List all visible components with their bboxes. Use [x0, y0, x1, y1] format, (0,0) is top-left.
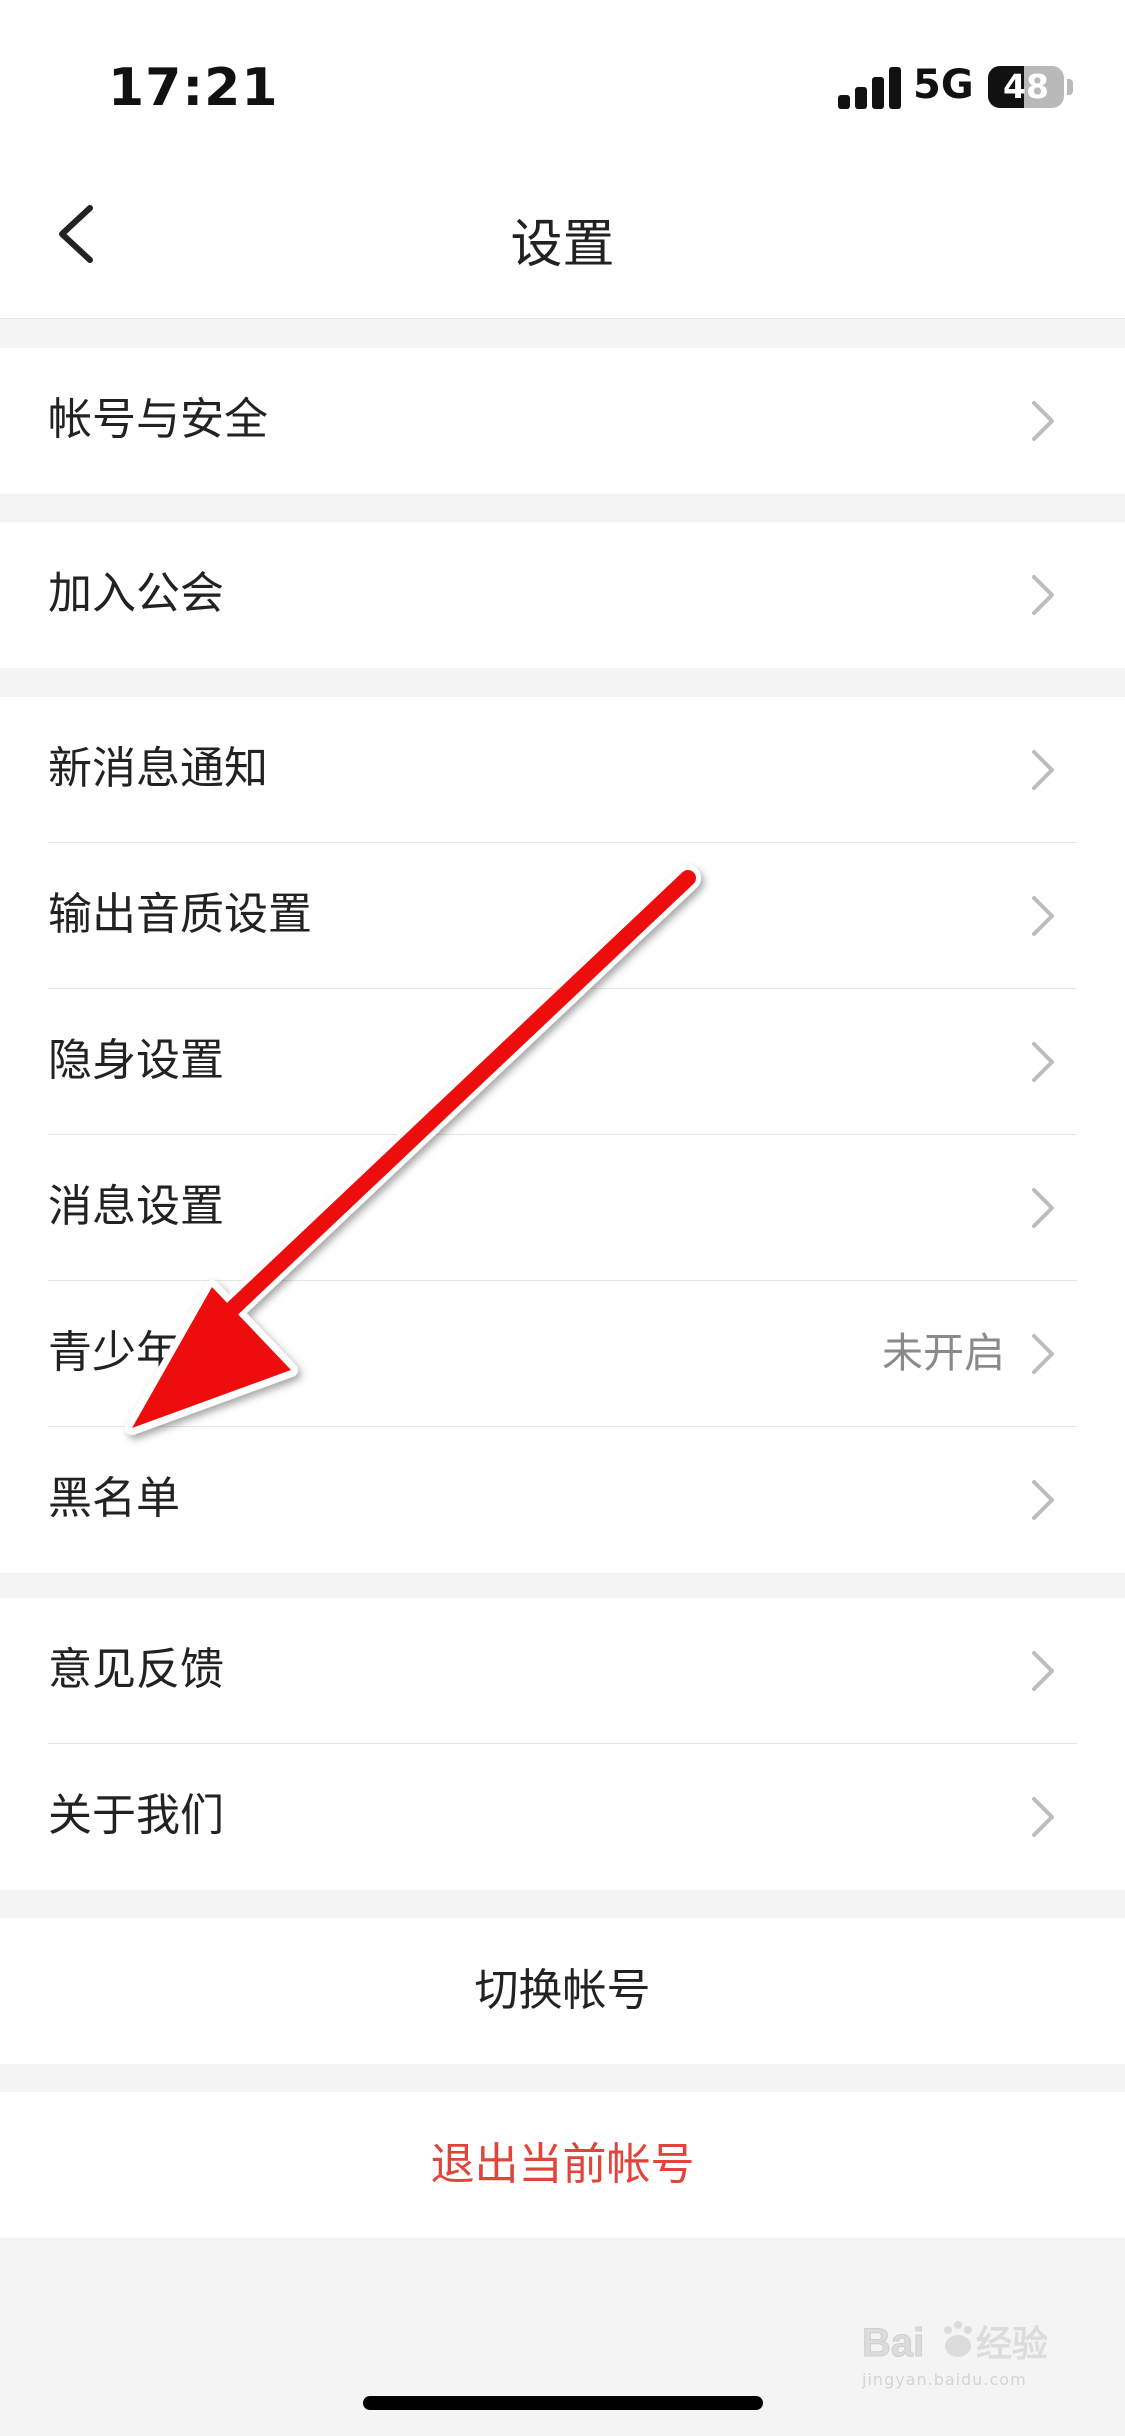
- settings-row-feedback[interactable]: 意见反馈: [0, 1598, 1125, 1744]
- battery-tip: [1067, 79, 1073, 95]
- chevron-right-icon: [1032, 1334, 1054, 1374]
- settings-row-teen-mode[interactable]: 青少年模式 未开启: [0, 1281, 1125, 1427]
- network-type: 5G: [913, 62, 974, 108]
- switch-account-button[interactable]: 切换帐号: [0, 1918, 1125, 2064]
- svg-text:Bai: Bai: [862, 2321, 924, 2364]
- chevron-right-icon: [1032, 896, 1054, 936]
- baidu-jingyan-watermark: Bai 经验 jingyan.baidu.com: [862, 2318, 1082, 2390]
- settings-row-label: 青少年模式: [48, 1327, 268, 1378]
- settings-row-label: 黑名单: [48, 1473, 180, 1524]
- battery-level: 48: [1003, 67, 1049, 106]
- baidu-watermark-logo: Bai 经验: [862, 2321, 1048, 2365]
- settings-group-preferences: 新消息通知 输出音质设置 隐身设置 消息设置 青少年模式 未开启 黑名单: [0, 697, 1125, 1573]
- chevron-right-icon: [1032, 401, 1054, 441]
- chevron-right-icon: [1032, 1188, 1054, 1228]
- chevron-right-icon: [1032, 750, 1054, 790]
- settings-group-about: 意见反馈 关于我们: [0, 1598, 1125, 1890]
- settings-row-label: 新消息通知: [48, 743, 268, 794]
- settings-row-label: 加入公会: [48, 568, 224, 619]
- status-time: 17:21: [108, 58, 279, 118]
- chevron-right-icon: [1032, 1480, 1054, 1520]
- settings-row-output-audio-quality[interactable]: 输出音质设置: [0, 843, 1125, 989]
- settings-row-invisible-settings[interactable]: 隐身设置: [0, 989, 1125, 1135]
- chevron-right-icon: [1032, 575, 1054, 615]
- battery-icon: 48: [988, 66, 1064, 108]
- settings-group-account: 帐号与安全: [0, 348, 1125, 494]
- svg-text:经验: 经验: [976, 2324, 1048, 2364]
- teen-mode-status: 未开启: [882, 1329, 1005, 1377]
- settings-row-label: 帐号与安全: [48, 394, 268, 445]
- settings-row-message-settings[interactable]: 消息设置: [0, 1135, 1125, 1281]
- settings-row-label: 意见反馈: [48, 1644, 224, 1695]
- settings-row-label: 关于我们: [48, 1790, 224, 1841]
- settings-row-join-guild[interactable]: 加入公会: [0, 522, 1125, 668]
- page-title: 设置: [510, 215, 615, 275]
- settings-row-label: 隐身设置: [48, 1035, 224, 1086]
- settings-row-new-message-notification[interactable]: 新消息通知: [0, 697, 1125, 843]
- settings-row-blacklist[interactable]: 黑名单: [0, 1427, 1125, 1573]
- cellular-signal-icon: [838, 67, 902, 109]
- settings-group-guild: 加入公会: [0, 522, 1125, 668]
- chevron-right-icon: [1032, 1651, 1054, 1691]
- settings-row-account-security[interactable]: 帐号与安全: [0, 348, 1125, 494]
- chevron-right-icon: [1032, 1042, 1054, 1082]
- watermark-url: jingyan.baidu.com: [862, 2370, 1027, 2389]
- settings-row-label: 消息设置: [48, 1181, 224, 1232]
- chevron-right-icon: [1032, 1797, 1054, 1837]
- settings-row-label: 输出音质设置: [48, 889, 312, 940]
- navigation-bar: 设置: [0, 150, 1125, 319]
- home-indicator[interactable]: [363, 2396, 763, 2410]
- status-bar: 17:21 5G 48: [0, 0, 1125, 150]
- logout-button[interactable]: 退出当前帐号: [0, 2092, 1125, 2238]
- settings-row-about-us[interactable]: 关于我们: [0, 1744, 1125, 1890]
